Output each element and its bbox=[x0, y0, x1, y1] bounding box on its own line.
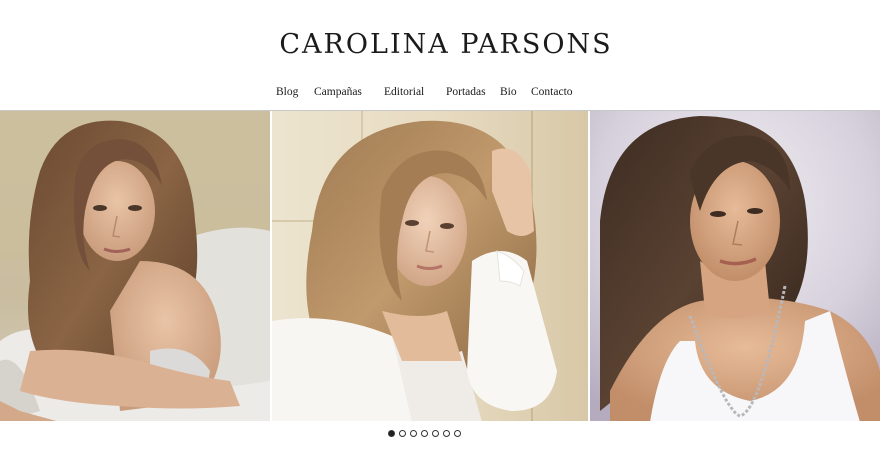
nav-item-campanas[interactable]: Campañas bbox=[314, 83, 362, 101]
carousel-dot-2[interactable] bbox=[399, 430, 406, 437]
site-title[interactable]: CAROLINA PARSONS bbox=[0, 24, 880, 64]
nav-item-contacto[interactable]: Contacto bbox=[531, 83, 573, 101]
carousel-dot-5[interactable] bbox=[432, 430, 439, 437]
photo-woman-lying-on-bed[interactable] bbox=[0, 111, 270, 421]
carousel-dot-7[interactable] bbox=[454, 430, 461, 437]
carousel-dot-3[interactable] bbox=[410, 430, 417, 437]
nav-item-blog[interactable]: Blog bbox=[276, 83, 298, 101]
carousel-pagination bbox=[388, 430, 461, 439]
nav-item-portadas[interactable]: Portadas bbox=[446, 83, 486, 101]
main-nav: Blog Campañas Editorial Portadas Bio Con… bbox=[0, 83, 880, 101]
photo-woman-white-tank-top[interactable] bbox=[590, 111, 880, 421]
nav-item-editorial[interactable]: Editorial bbox=[384, 83, 424, 101]
photo-gallery[interactable] bbox=[0, 110, 880, 421]
carousel-dot-1[interactable] bbox=[388, 430, 395, 437]
nav-item-bio[interactable]: Bio bbox=[500, 83, 517, 101]
carousel-dot-6[interactable] bbox=[443, 430, 450, 437]
photo-woman-white-blouse[interactable] bbox=[272, 111, 588, 421]
carousel-dot-4[interactable] bbox=[421, 430, 428, 437]
